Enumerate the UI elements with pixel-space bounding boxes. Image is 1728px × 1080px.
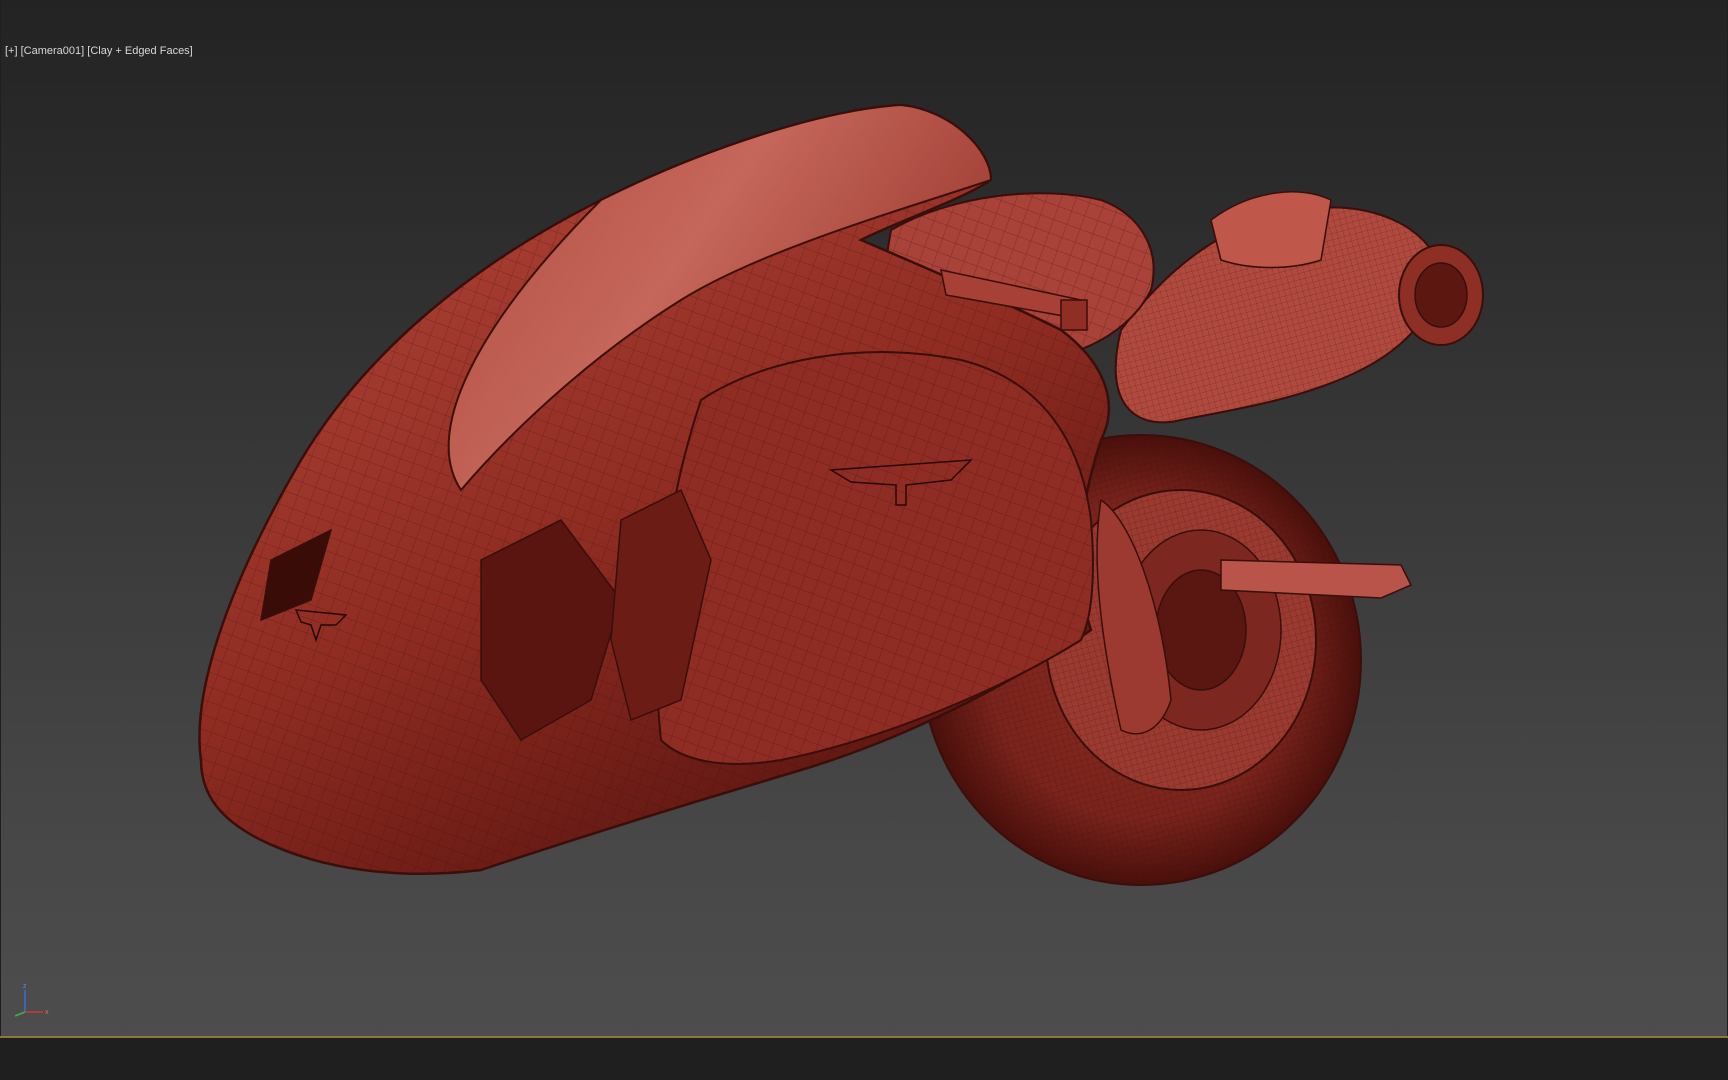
y-axis-line — [14, 1011, 26, 1017]
x-axis-label: x — [45, 1009, 49, 1016]
axis-tripod-icon: z x — [14, 983, 49, 1017]
camera-viewport[interactable]: [+] [Camera001] [Clay + Edged Faces] z x — [1, 0, 1727, 1037]
viewport-shading-menu[interactable]: [Clay + Edged Faces] — [87, 45, 192, 57]
viewport-scene — [198, 103, 1484, 886]
viewport-menu-plus[interactable]: [+] — [5, 45, 18, 57]
viewport-label: [+] [Camera001] [Clay + Edged Faces] — [5, 45, 193, 57]
app-window: [+] [Camera001] [Clay + Edged Faces] z x — [0, 0, 1728, 1080]
viewport-camera-menu[interactable]: [Camera001] — [21, 45, 85, 57]
bottom-status-strip — [0, 1038, 1728, 1080]
z-axis-label: z — [23, 983, 27, 990]
exhaust-assembly — [1114, 191, 1484, 424]
